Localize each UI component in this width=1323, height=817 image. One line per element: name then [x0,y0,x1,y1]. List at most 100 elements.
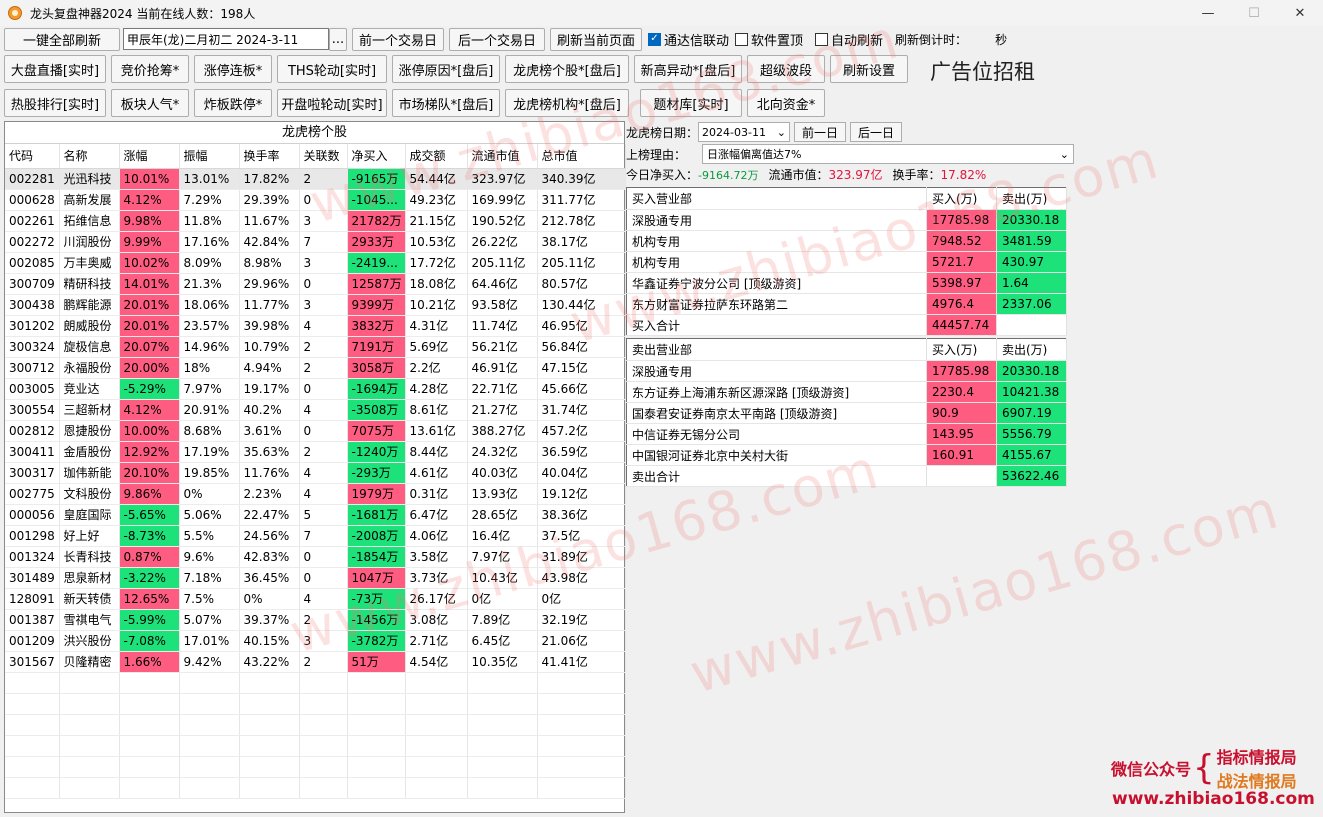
table-cell: -7.08% [119,630,180,652]
toolbar2-item[interactable]: 热股排行[实时] [4,89,106,117]
date-input[interactable]: 甲辰年(龙)二月初二 2024-3-11 [123,28,329,50]
date-picker-button[interactable]: ... [329,27,347,51]
table-cell: 35.63% [239,441,300,463]
toolbar1-item[interactable]: THS轮动[实时] [277,55,387,83]
minimize-button[interactable]: — [1185,0,1231,26]
next-trade-day-button[interactable]: 后一个交易日 [449,27,545,51]
table-row[interactable]: 003005 竞业达 -5.29% 7.97% 19.17% 0 -1694万 4.28亿 22… [5,378,626,400]
broker-row[interactable]: 华鑫证券宁波分公司 [顶级游资] 5398.97 1.64 [626,272,1067,294]
table-cell: 300317 [5,462,60,484]
table-cell: 恩捷股份 [59,420,120,442]
toolbar2-item[interactable]: 题材库[实时] [640,89,742,117]
table-cell: 3 [299,210,348,232]
broker-row[interactable]: 国泰君安证券南京太平南路 [顶级游资] 90.9 6907.19 [626,402,1067,424]
maximize-button[interactable]: ☐ [1231,0,1277,26]
toolbar2-item[interactable]: 板块人气* [111,89,189,117]
lhb-date-picker[interactable]: 2024-03-11 ⌄ [698,122,791,142]
table-cell: 川润股份 [59,231,120,253]
toolbar2-item[interactable]: 北向资金* [747,89,825,117]
toolbar2-item[interactable]: 龙虎榜机构*[盘后] [505,89,629,117]
column-header[interactable]: 成交额 [405,144,468,169]
column-header[interactable]: 关联数 [299,144,348,169]
table-row[interactable]: 300712 永福股份 20.00% 18% 4.94% 2 3058万 2.2亿 46.91亿… [5,357,626,379]
topmost-checkbox[interactable]: 软件置顶 [735,30,803,49]
table-row[interactable]: 002272 川润股份 9.99% 17.16% 42.84% 7 2933万 10.53亿 2… [5,231,626,253]
table-row[interactable]: 300709 精研科技 14.01% 21.3% 29.96% 0 12587万 18.08亿… [5,273,626,295]
broker-row[interactable]: 中国银河证券北京中关村大街 160.91 4155.67 [626,444,1067,466]
empty-cell [405,777,468,799]
toolbar1-item[interactable]: 新高异动*[盘后] [634,55,742,83]
toolbar1-item[interactable]: 涨停连板* [194,55,272,83]
broker-row[interactable]: 中信证券无锡分公司 143.95 5556.79 [626,423,1067,445]
table-cell: 23.57% [179,315,240,337]
column-header[interactable]: 名称 [59,144,120,169]
table-row[interactable]: 301489 思泉新材 -3.22% 7.18% 36.45% 0 1047万 3.73亿 10… [5,567,626,589]
toolbar2-item[interactable]: 开盘啦轮动[实时] [277,89,387,117]
broker-row[interactable]: 深股通专用 17785.98 20330.18 [626,360,1067,382]
broker-row[interactable]: 东方财富证券拉萨东环路第二 4976.4 2337.06 [626,293,1067,315]
reason-select[interactable]: 日涨幅偏离值达7% ⌄ [702,144,1075,164]
table-cell: 1.66% [119,651,180,673]
toolbar1-item[interactable]: 大盘直播[实时] [4,55,106,83]
table-row[interactable]: 301202 朗威股份 20.01% 23.57% 39.98% 4 3832万 4.31亿 1… [5,315,626,337]
table-row[interactable]: 002812 恩捷股份 10.00% 8.68% 3.61% 0 7075万 13.61亿 38… [5,420,626,442]
broker-row[interactable]: 东方证券上海浦东新区源深路 [顶级游资] 2230.4 10421.38 [626,381,1067,403]
table-row[interactable]: 301567 贝隆精密 1.66% 9.42% 43.22% 2 51万 4.54亿 10.35… [5,651,626,673]
table-cell: 金盾股份 [59,441,120,463]
column-header[interactable]: 代码 [5,144,60,169]
auto-refresh-checkbox[interactable]: 自动刷新 [815,30,883,49]
close-button[interactable]: ✕ [1277,0,1323,26]
broker-row[interactable]: 机构专用 5721.7 430.97 [626,251,1067,273]
table-row[interactable]: 300411 金盾股份 12.92% 17.19% 35.63% 2 -1240万 8.44亿… [5,441,626,463]
column-header[interactable]: 涨幅 [119,144,180,169]
toolbar2-item[interactable]: 炸板跌停* [194,89,272,117]
prev-trade-day-button[interactable]: 前一个交易日 [352,27,444,51]
table-cell: 39.37% [239,609,300,631]
table-row[interactable]: 001324 长青科技 0.87% 9.6% 42.83% 0 -1854万 3.58亿 7.9… [5,546,626,568]
table-row[interactable]: 128091 新天转债 12.65% 7.5% 0% 4 -73万 26.17亿 0亿 0亿 [5,588,626,610]
column-header[interactable]: 总市值 [537,144,626,169]
table-row[interactable]: 002775 文科股份 9.86% 0% 2.23% 4 1979万 0.31亿 13.93亿 1… [5,483,626,505]
column-header[interactable]: 流通市值 [467,144,538,169]
table-cell: 12.65% [119,588,180,610]
table-row[interactable]: 002261 拓维信息 9.98% 11.8% 11.67% 3 21782万 21.15亿 1… [5,210,626,232]
toolbar1-item[interactable]: 竞价抢筹* [111,55,189,83]
table-row[interactable]: 300324 旋极信息 20.07% 14.96% 10.79% 2 7191万 5.69亿 5… [5,336,626,358]
table-row[interactable]: 000056 皇庭国际 -5.65% 5.06% 22.47% 5 -1681万 6.47亿 2… [5,504,626,526]
toolbar1-item[interactable]: 龙虎榜个股*[盘后] [505,55,629,83]
table-cell: -8.73% [119,525,180,547]
table-row[interactable]: 300438 鹏辉能源 20.01% 18.06% 11.77% 3 9399万 10.21亿… [5,294,626,316]
toolbar1-item[interactable]: 涨停原因*[盘后] [392,55,500,83]
table-row[interactable]: 001209 洪兴股份 -7.08% 17.01% 40.15% 3 -3782万 2.71亿… [5,630,626,652]
table-cell: 300709 [5,273,60,295]
table-cell: 4 [299,588,348,610]
table-cell: 6.45亿 [467,630,538,652]
broker-row[interactable]: 深股通专用 17785.98 20330.18 [626,209,1067,231]
table-row[interactable]: 300554 三超新材 4.12% 20.91% 40.2% 4 -3508万 8.61亿 21… [5,399,626,421]
column-header[interactable]: 振幅 [179,144,240,169]
topmost-label: 软件置顶 [751,33,804,49]
next-day-button[interactable]: 后一日 [850,122,903,142]
column-header[interactable]: 净买入 [347,144,406,169]
table-cell: 长青科技 [59,546,120,568]
empty-row [5,777,626,799]
broker-row[interactable]: 机构专用 7948.52 3481.59 [626,230,1067,252]
toolbar1-item[interactable]: 刷新设置 [830,55,908,83]
refresh-all-button[interactable]: 一键全部刷新 [4,27,120,51]
empty-cell [405,735,468,757]
refresh-page-button[interactable]: 刷新当前页面 [550,27,642,51]
table-row[interactable]: 300317 珈伟新能 20.10% 19.85% 11.76% 4 -293万 4.61亿 4… [5,462,626,484]
table-row[interactable]: 001298 好上好 -8.73% 5.5% 24.56% 7 -2008万 4.06亿 16.… [5,525,626,547]
table-row[interactable]: 000628 高新发展 4.12% 7.29% 29.39% 0 -1045... 49.23… [5,189,626,211]
buy-amount: 143.95 [926,423,997,445]
tdx-link-checkbox[interactable]: ✓ 通达信联动 [648,30,729,49]
table-cell: -293万 [347,462,406,484]
table-cell: 10.53亿 [405,231,468,253]
table-row[interactable]: 001387 雪祺电气 -5.99% 5.07% 39.37% 2 -1456万 3.08亿 7… [5,609,626,631]
prev-day-button[interactable]: 前一日 [794,122,847,142]
column-header[interactable]: 换手率 [239,144,300,169]
toolbar1-item[interactable]: 超级波段 [747,55,825,83]
toolbar2-item[interactable]: 市场梯队*[盘后] [392,89,500,117]
table-row[interactable]: 002085 万丰奥威 10.02% 8.09% 8.98% 3 -2419... 17.72… [5,252,626,274]
table-row[interactable]: 002281 光迅科技 10.01% 13.01% 17.82% 2 -9165万 54.44… [5,168,626,190]
